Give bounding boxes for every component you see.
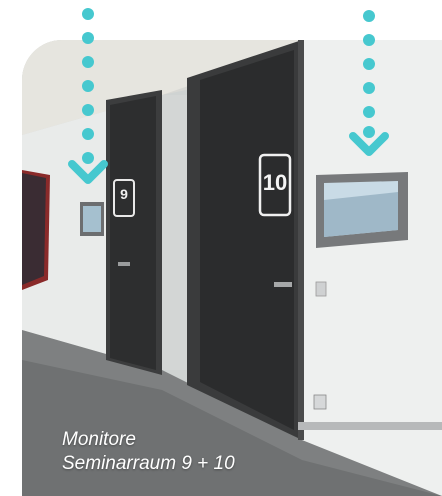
door-9-number: 9 bbox=[120, 186, 128, 202]
door-10-number: 10 bbox=[262, 170, 288, 195]
right-monitor-pointer bbox=[349, 0, 389, 200]
caption-line-2: Seminarraum 9 + 10 bbox=[62, 453, 235, 474]
door-10-handle bbox=[274, 282, 292, 287]
door-9-handle bbox=[118, 262, 130, 266]
light-switch bbox=[315, 281, 327, 297]
dotted-arrow-down-icon bbox=[68, 8, 108, 184]
door-10-jamb bbox=[298, 40, 304, 440]
wall-poster-inner bbox=[22, 173, 46, 285]
door-10 bbox=[200, 50, 294, 430]
caption-line-1: Monitore bbox=[62, 429, 136, 450]
left-monitor-pointer bbox=[68, 0, 108, 200]
caption: Monitore Seminarraum 9 + 10 bbox=[62, 428, 235, 476]
floor-outlet bbox=[313, 394, 327, 410]
baseboard-pipe bbox=[298, 422, 442, 430]
left-monitor-screen bbox=[83, 206, 101, 232]
dotted-arrow-down-icon bbox=[349, 10, 389, 156]
door-9 bbox=[110, 96, 156, 370]
